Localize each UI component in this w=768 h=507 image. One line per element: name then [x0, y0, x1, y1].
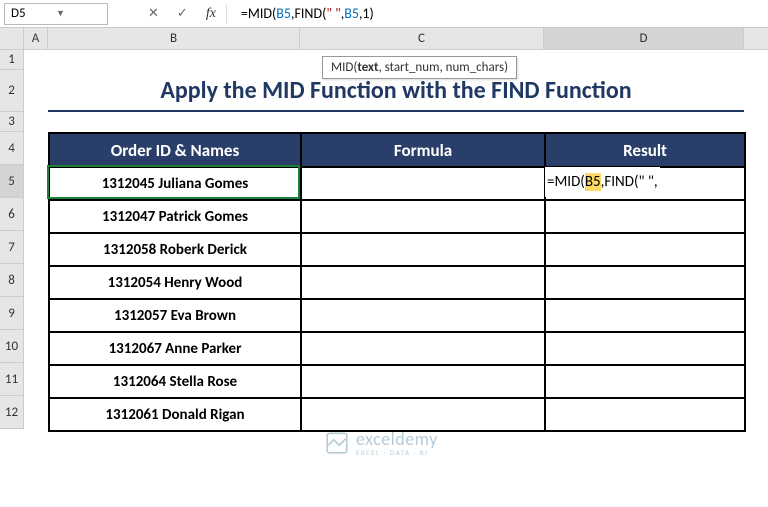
- cell-c8[interactable]: [301, 266, 545, 299]
- row-header[interactable]: 4: [0, 132, 24, 165]
- enter-icon[interactable]: ✓: [177, 6, 188, 21]
- table-row: 1312047 Patrick Gomes: [49, 200, 745, 233]
- row-header[interactable]: 6: [0, 198, 24, 231]
- cell-c12[interactable]: [301, 398, 545, 431]
- edit-text: =MID(: [547, 173, 585, 191]
- cell-b6[interactable]: 1312047 Patrick Gomes: [49, 200, 301, 233]
- table-row: 1312057 Eva Brown: [49, 299, 745, 332]
- table-row: 1312058 Roberk Derick: [49, 233, 745, 266]
- formula-text: ,1): [359, 5, 374, 22]
- row-header[interactable]: 10: [0, 330, 24, 363]
- cell-d6[interactable]: [545, 200, 745, 233]
- name-box-value: D5: [11, 6, 56, 21]
- table-row: 1312067 Anne Parker: [49, 332, 745, 365]
- row-header[interactable]: 1: [0, 50, 24, 70]
- row-header[interactable]: 2: [0, 70, 24, 112]
- cell-b11[interactable]: 1312064 Stella Rose: [49, 365, 301, 398]
- chevron-down-icon[interactable]: ▼: [56, 8, 101, 19]
- cell-c11[interactable]: [301, 365, 545, 398]
- row-header[interactable]: 7: [0, 231, 24, 264]
- watermark: exceldemy EXCEL · DATA · BI: [324, 428, 438, 457]
- formula-ref: B5: [276, 5, 291, 22]
- th-order: Order ID & Names: [49, 133, 301, 167]
- cell-c5[interactable]: [301, 167, 545, 200]
- column-headers: A B C D: [0, 28, 768, 50]
- cancel-icon[interactable]: ✕: [148, 6, 159, 21]
- cell-b7[interactable]: 1312058 Roberk Derick: [49, 233, 301, 266]
- row-header[interactable]: 8: [0, 264, 24, 297]
- grid: 1 2 3 4 5 6 7 8 9 10 11 12 Apply the MID…: [0, 50, 768, 429]
- cell-d8[interactable]: [545, 266, 745, 299]
- col-header-b[interactable]: B: [48, 28, 300, 49]
- formula-bar-buttons: ✕ ✓ fx: [148, 6, 216, 22]
- table-row: 1312061 Donald Rigan: [49, 398, 745, 431]
- tooltip-args: , start_num, num_chars): [379, 60, 509, 75]
- cell-c9[interactable]: [301, 299, 545, 332]
- cell-b9[interactable]: 1312057 Eva Brown: [49, 299, 301, 332]
- table-header-row: Order ID & Names Formula Result: [49, 133, 745, 167]
- cell-b12[interactable]: 1312061 Donald Rigan: [49, 398, 301, 431]
- name-box[interactable]: D5 ▼: [4, 3, 108, 25]
- function-tooltip: MID(text, start_num, num_chars): [322, 56, 517, 79]
- edit-text: ,FIND(" ",: [601, 173, 658, 191]
- cell-d11[interactable]: [545, 365, 745, 398]
- cells-area[interactable]: Apply the MID Function with the FIND Fun…: [24, 50, 768, 429]
- edit-highlight: B5: [585, 173, 601, 191]
- cell-d7[interactable]: [545, 233, 745, 266]
- col-header-c[interactable]: C: [300, 28, 544, 49]
- row-header[interactable]: 9: [0, 297, 24, 330]
- table-row: 1312054 Henry Wood: [49, 266, 745, 299]
- cell-c6[interactable]: [301, 200, 545, 233]
- watermark-icon: [324, 430, 350, 456]
- row-header[interactable]: 12: [0, 396, 24, 429]
- cell-c10[interactable]: [301, 332, 545, 365]
- row-header[interactable]: 11: [0, 363, 24, 396]
- watermark-name: exceldemy: [356, 428, 438, 450]
- table-row: 1312064 Stella Rose: [49, 365, 745, 398]
- col-header-a[interactable]: A: [24, 28, 48, 49]
- col-header-d[interactable]: D: [544, 28, 744, 49]
- row-header[interactable]: 3: [0, 112, 24, 132]
- row-headers: 1 2 3 4 5 6 7 8 9 10 11 12: [0, 50, 24, 429]
- cell-d5-editing[interactable]: =MID(B5,FIND(" ",: [545, 167, 660, 197]
- watermark-sub: EXCEL · DATA · BI: [356, 448, 438, 457]
- watermark-text-wrap: exceldemy EXCEL · DATA · BI: [356, 428, 438, 457]
- cell-b10[interactable]: 1312067 Anne Parker: [49, 332, 301, 365]
- row-header[interactable]: 5: [0, 165, 24, 198]
- formula-str: " ": [326, 5, 340, 22]
- tooltip-fn: MID: [331, 60, 353, 75]
- tooltip-arg-bold: text: [357, 60, 378, 75]
- formula-text: ,FIND(: [291, 5, 326, 22]
- fx-icon[interactable]: fx: [206, 6, 216, 22]
- cell-b8[interactable]: 1312054 Henry Wood: [49, 266, 301, 299]
- cell-d9[interactable]: [545, 299, 745, 332]
- formula-input[interactable]: =MID(B5,FIND(" ",B5,1): [237, 5, 768, 22]
- formula-ref: B5: [344, 5, 359, 22]
- formula-text: =MID(: [241, 5, 276, 22]
- cell-c7[interactable]: [301, 233, 545, 266]
- th-formula: Formula: [301, 133, 545, 167]
- formula-bar-row: D5 ▼ ✕ ✓ fx =MID(B5,FIND(" ",B5,1): [0, 0, 768, 28]
- cell-d12[interactable]: [545, 398, 745, 431]
- separator: [226, 4, 227, 24]
- th-result: Result: [545, 133, 745, 167]
- cell-d10[interactable]: [545, 332, 745, 365]
- select-all-corner[interactable]: [0, 28, 24, 49]
- cell-b5[interactable]: 1312045 Juliana Gomes: [49, 167, 301, 200]
